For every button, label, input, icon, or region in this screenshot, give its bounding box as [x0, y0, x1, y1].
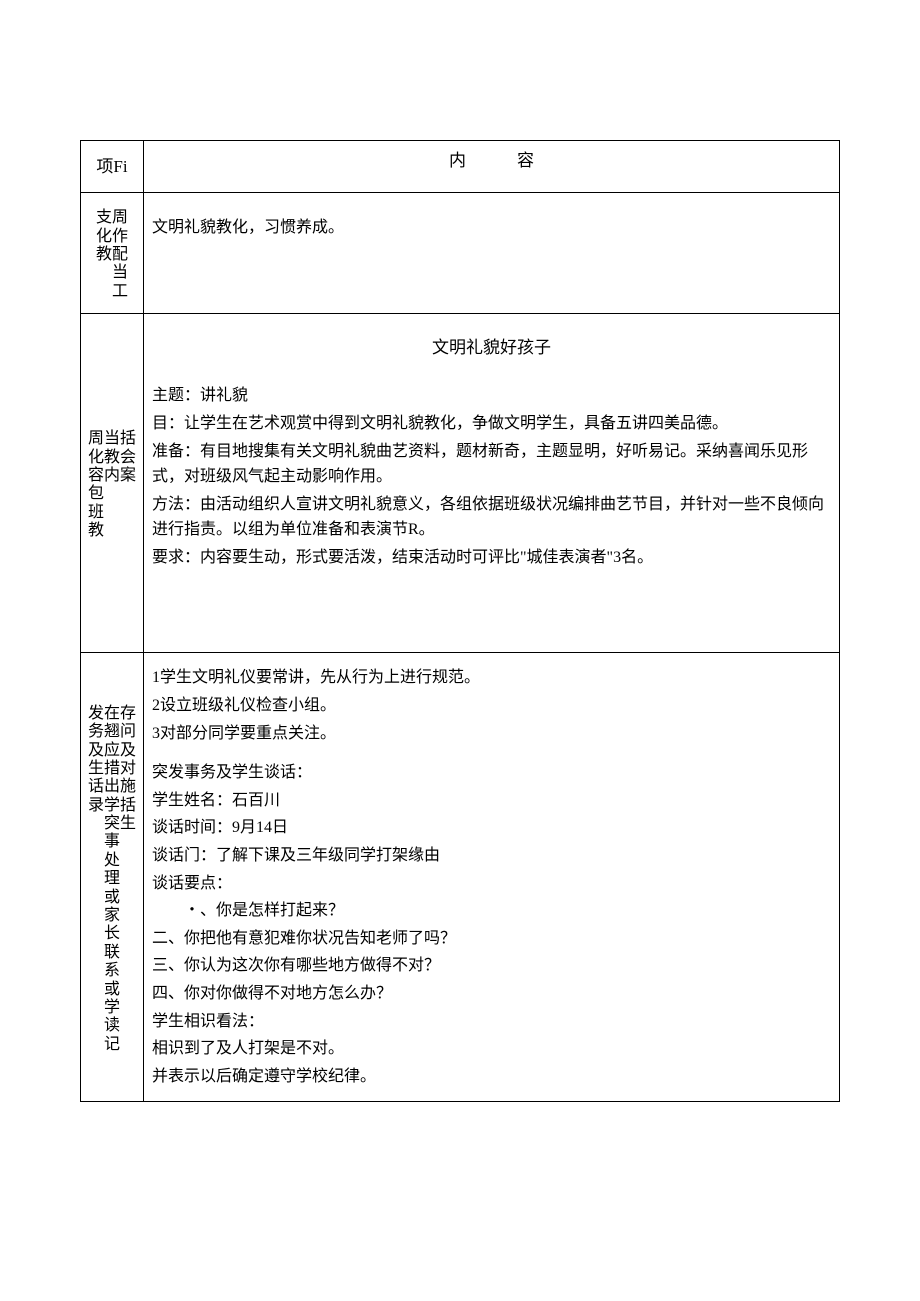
row3-b2-1: 学生姓名：石百川 [152, 788, 831, 814]
row3-b3-2: 并表示以后确定遵守学校纪律。 [152, 1064, 831, 1090]
row1-text: 文明礼貌教化，习惯养成。 [152, 215, 831, 241]
row3-b1-0: 1学生文明礼仪要常讲，先从行为上进行规范。 [152, 665, 831, 691]
main-table: 项Fi 内容 支化教周作配当工 文明礼貌教化，习惯养成。 周化容包班教当教内括会… [80, 140, 840, 1102]
row3-b3-1: 相识到了及人打架是不对。 [152, 1036, 831, 1062]
row2-label-text: 周化容包班教当教内括会案 [88, 430, 136, 540]
row2-line-1: 目：让学生在艺术观赏中得到文明礼貌教化，争做文明学生，具备五讲四美品德。 [152, 411, 831, 437]
row3-label-text: 发务及生话录在翘应措出学突事处理或家长联系或学读记存问及对施括生 [88, 705, 136, 1054]
row2-line-3: 方法：由活动组织人宣讲文明礼貌意义，各组依据班级状况编排曲艺节目，并针对一些不良… [152, 492, 831, 543]
row3-content: 1学生文明礼仪要常讲，先从行为上进行规范。 2设立班级礼仪检查小组。 3对部分同… [144, 653, 840, 1102]
row2-label: 周化容包班教当教内括会案 [81, 314, 144, 653]
row3-b2-3: 谈话门：了解下课及三年级同学打架缘由 [152, 843, 831, 869]
row1-content: 文明礼貌教化，习惯养成。 [144, 193, 840, 314]
row2-content: 文明礼貌好孩子 主题：讲礼貌 目：让学生在艺术观赏中得到文明礼貌教化，争做文明学… [144, 314, 840, 653]
row3-b2-4: 谈话要点： [152, 871, 831, 897]
row-weekly-work: 支化教周作配当工 文明礼貌教化，习惯养成。 [81, 193, 840, 314]
row3-b2-2: 谈话时间：9月14日 [152, 815, 831, 841]
row3-p-0: ・、你是怎样打起来？ [152, 898, 831, 924]
row3-b1-1: 2设立班级礼仪检查小组。 [152, 693, 831, 719]
row3-b2-0: 突发事务及学生谈话： [152, 760, 831, 786]
row3-label: 发务及生话录在翘应措出学突事处理或家长联系或学读记存问及对施括生 [81, 653, 144, 1102]
row2-line-2: 准备：有目地搜集有关文明礼貌曲艺资料，题材新奇，主题显明，好听易记。采纳喜闻乐见… [152, 439, 831, 490]
row3-b3-0: 学生相识看法： [152, 1009, 831, 1035]
header-col1-text: 项Fi [96, 157, 127, 176]
row2-line-4: 要求：内容要生动，形式要活泼，结束活动时可评比"城佳表演者"3名。 [152, 545, 831, 571]
row2-line-0: 主题：讲礼貌 [152, 383, 831, 409]
row1-label: 支化教周作配当工 [81, 193, 144, 314]
header-label: 项Fi [81, 141, 144, 193]
row3-p-3: 四、你对你做得不对地方怎么办？ [152, 981, 831, 1007]
row3-p-1: 二、你把他有意犯难你状况告知老师了吗？ [152, 926, 831, 952]
row-plan: 周化容包班教当教内括会案 文明礼貌好孩子 主题：讲礼貌 目：让学生在艺术观赏中得… [81, 314, 840, 653]
row3-b1-2: 3对部分同学要重点关注。 [152, 721, 831, 747]
header-content: 内容 [144, 141, 840, 193]
header-row: 项Fi 内容 [81, 141, 840, 193]
row3-p-2: 三、你认为这次你有哪些地方做得不对？ [152, 953, 831, 979]
document-page: 项Fi 内容 支化教周作配当工 文明礼貌教化，习惯养成。 周化容包班教当教内括会… [80, 140, 840, 1102]
row-issues: 发务及生话录在翘应措出学突事处理或家长联系或学读记存问及对施括生 1学生文明礼仪… [81, 653, 840, 1102]
header-col2-text: 内容 [398, 151, 585, 170]
row1-label-text: 支化教周作配当工 [96, 209, 128, 301]
row2-title: 文明礼貌好孩子 [152, 334, 831, 361]
